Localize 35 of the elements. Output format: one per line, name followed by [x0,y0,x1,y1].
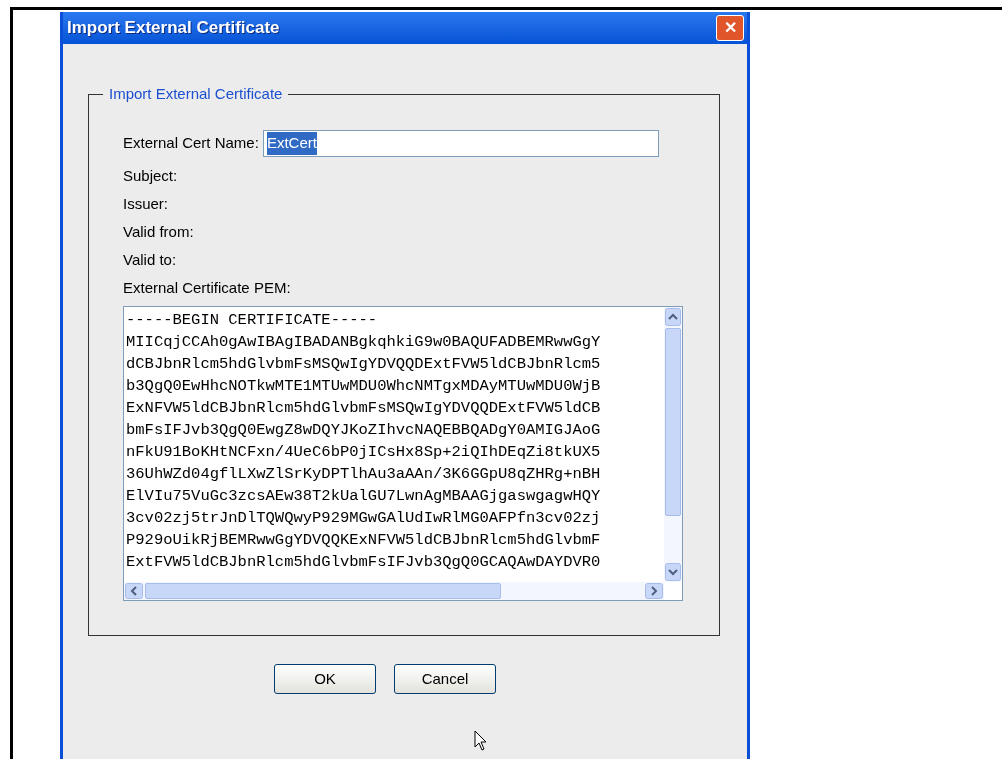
input-value: ExtCert [266,132,317,155]
field-label: Valid from: [123,223,195,241]
name-input-field[interactable]: ExtCert [262,130,659,157]
mouse-cursor-icon [474,730,488,752]
certificate-line: nFkU91BoKHtNCFxn/4UeC6bP0jICsHx8Sp+2iQIhDEqZi8tkUX5 [126,442,602,463]
vertical-scrollbar[interactable] [664,307,682,582]
scroll-right-icon[interactable] [645,583,663,599]
window-title: Import External Certificate [67,17,280,40]
certificate-line: ExtFVW5ldCBJbnRlcm5hdGlvbmFsIFJvb3QgQ0GCAQAwDAYDVR0 [126,552,602,573]
pem-text-area[interactable] [123,306,683,601]
scroll-thumb[interactable] [145,583,501,599]
certificate-line: dCBJbnRlcm5hdGlvbmFsMSQwIgYDVQQDExtFVW5ldCBJbnRlcm5 [126,354,602,375]
scroll-down-icon[interactable] [665,563,681,581]
field-label: External Certificate PEM: [123,279,292,297]
scroll-thumb[interactable] [665,328,681,516]
group-legend: Import External Certificate [103,85,289,103]
close-button[interactable]: ✕ [716,15,744,41]
field-label: Issuer: [123,195,169,213]
certificate-line: 3cv02zj5trJnDlTQWQwyP929MGwGAlUdIwRlMG0AFPfn3cv02zj [126,508,602,529]
certificate-line: ExNFVW5ldCBJbnRlcm5hdGlvbmFsMSQwIgYDVQQDExtFVW5ldCB [126,398,602,419]
certificate-line: P929oUikRjBEMRwwGgYDVQQKExNFVW5ldCBJbnRlcm5hdGlvbmF [126,530,602,551]
certificate-line: bmFsIFJvb3QgQ0EwgZ8wDQYJKoZIhvcNAQEBBQADgY0AMIGJAoG [126,420,602,441]
dialog-button[interactable]: OK [274,664,376,694]
certificate-line: MIICqjCCAh0gAwIBAgIBADANBgkqhkiG9w0BAQUFADBEMRwwGgY [126,332,602,353]
field-label: Valid to: [123,251,178,269]
field-label: External Cert Name: [123,133,259,154]
horizontal-scrollbar[interactable] [124,582,664,600]
certificate-line: ElVIu75VuGc3zcsAEw38T2kUalGU7LwnAgMBAAGjgaswgagwHQY [126,486,602,507]
field-label: Subject: [123,167,179,185]
scroll-up-icon[interactable] [665,308,681,326]
scroll-left-icon[interactable] [125,583,143,599]
dialog-button[interactable]: Cancel [394,664,496,694]
certificate-line: b3QgQ0EwHhcNOTkwMTE1MTUwMDU0WhcNMTgxMDAyMTUwMDU0WjB [126,376,602,397]
certificate-line: -----BEGIN CERTIFICATE----- [126,310,379,331]
certificate-line: 36UhWZd04gflLXwZlSrKyDPTlhAu3aAAn/3K6GGpU8qZHRg+nBH [126,464,602,485]
